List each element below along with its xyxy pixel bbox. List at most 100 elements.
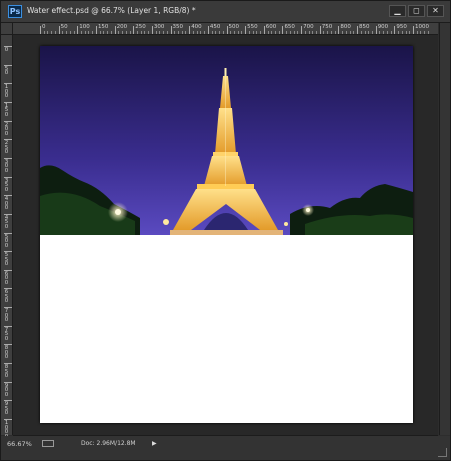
ruler-minor-tick [252, 31, 254, 34]
ruler-tick [319, 26, 321, 34]
document-window: Ps Water effect.psd @ 66.7% (Layer 1, RG… [0, 0, 451, 461]
ruler-tick-label: 550 [4, 252, 9, 268]
ruler-minor-tick [211, 31, 213, 34]
ruler-minor-tick [427, 31, 429, 34]
ruler-tick-label: 100 [4, 84, 9, 100]
ruler-minor-tick [69, 31, 71, 34]
ruler-tick [338, 26, 340, 34]
ruler-minor-tick [51, 31, 53, 34]
ruler-tick-label: 400 [4, 196, 9, 212]
ruler-minor-tick [286, 31, 288, 34]
ruler-minor-tick [200, 31, 202, 34]
ruler-minor-tick [222, 31, 224, 34]
ruler-minor-tick [181, 31, 183, 34]
ruler-minor-tick [155, 31, 157, 34]
ruler-tick-label: 300 [153, 24, 165, 30]
ruler-minor-tick [62, 31, 64, 34]
title-bar[interactable]: Ps Water effect.psd @ 66.7% (Layer 1, RG… [1, 1, 450, 23]
close-button[interactable]: ✕ [427, 5, 444, 17]
ruler-tick [413, 26, 414, 34]
status-menu-arrow-icon[interactable]: ▶ [152, 440, 157, 447]
ruler-tick [263, 26, 265, 34]
ruler-minor-tick [289, 31, 291, 34]
window-controls: ▁ ◻ ✕ [389, 5, 444, 17]
ruler-minor-tick [122, 31, 124, 34]
ruler-minor-tick [125, 31, 127, 34]
ruler-minor-tick [73, 31, 75, 34]
ruler-minor-tick [66, 31, 68, 34]
ruler-minor-tick [204, 31, 206, 34]
ruler-tick [301, 26, 303, 34]
ruler-minor-tick [107, 31, 109, 34]
ruler-minor-tick [118, 31, 120, 34]
ruler-tick [245, 26, 247, 34]
ruler-minor-tick [196, 31, 198, 34]
ruler-minor-tick [103, 31, 105, 34]
ruler-minor-tick [293, 31, 295, 34]
ruler-minor-tick [364, 31, 366, 34]
ruler-tick-label: 100 [79, 24, 90, 30]
ruler-minor-tick [256, 31, 258, 34]
resize-grip-icon[interactable] [438, 448, 447, 457]
ruler-tick-label: 400 [191, 24, 202, 30]
ruler-tick-label: 700 [303, 24, 314, 30]
ruler-minor-tick [140, 31, 142, 34]
document-info-icon[interactable] [42, 440, 54, 447]
ruler-tick-label: 50 [60, 24, 68, 30]
ruler-tick-label: 200 [116, 24, 128, 30]
ruler-minor-tick [323, 31, 325, 34]
ruler-tick-label: 150 [97, 24, 109, 30]
ruler-minor-tick [308, 31, 310, 34]
minimize-button[interactable]: ▁ [389, 5, 406, 17]
ruler-tick [77, 26, 79, 34]
canvas-area[interactable] [13, 35, 438, 435]
ruler-tick-label: 250 [4, 140, 9, 156]
ruler-tick-label: 800 [340, 24, 351, 30]
ruler-minor-tick [88, 31, 90, 34]
ruler-tick-label: 450 [209, 24, 221, 30]
ruler-tick-label: 700 [4, 308, 9, 324]
status-bar: 66.67% Doc: 2.96M/12.8M ▶ [1, 436, 450, 460]
ruler-minor-tick [342, 31, 344, 34]
ruler-minor-tick [166, 31, 168, 34]
ruler-minor-tick [345, 31, 347, 34]
ruler-tick-label: 550 [247, 24, 258, 30]
ruler-minor-tick [353, 31, 355, 34]
ruler-minor-tick [230, 31, 232, 34]
ruler-origin[interactable] [1, 23, 13, 35]
ruler-minor-tick [349, 31, 351, 34]
ruler-tick-label: 600 [4, 270, 9, 286]
ruler-minor-tick [110, 31, 112, 34]
ruler-minor-tick [99, 31, 101, 34]
ruler-tick-label: 750 [4, 326, 9, 342]
ruler-minor-tick [405, 31, 407, 34]
ruler-minor-tick [368, 31, 370, 34]
ruler-tick [58, 26, 60, 34]
ruler-minor-tick [420, 31, 422, 34]
ruler-tick-label: 350 [4, 177, 9, 193]
document-size-info: Doc: 2.96M/12.8M [81, 440, 136, 447]
zoom-level[interactable]: 66.67% [7, 440, 32, 448]
ruler-minor-tick [316, 31, 318, 34]
ruler-minor-tick [386, 31, 388, 34]
photoshop-app-icon: Ps [8, 5, 22, 18]
ruler-tick-label: 650 [4, 289, 9, 305]
ruler-tick-label: 250 [135, 24, 146, 30]
ruler-tick-label: 950 [4, 401, 9, 417]
ruler-minor-tick [312, 31, 314, 34]
vertical-ruler[interactable]: 0 50 100 150 200 250 300 350 400 450 500 550 600 650 7… [1, 35, 13, 439]
restore-button[interactable]: ◻ [408, 5, 425, 17]
ruler-minor-tick [178, 31, 179, 34]
horizontal-ruler[interactable]: 0 50 100 150 200 250 300 350 400 450 500 550 600 650 7… [13, 23, 438, 35]
ruler-minor-tick [297, 31, 299, 34]
ruler-tick [40, 26, 41, 34]
document-canvas[interactable] [40, 46, 413, 423]
ruler-minor-tick [237, 31, 239, 34]
ruler-tick-label: 150 [4, 102, 9, 118]
ruler-tick-label: 800 [4, 345, 9, 361]
ruler-minor-tick [271, 31, 273, 34]
ruler-tick-label: 850 [359, 24, 370, 30]
ruler-minor-tick [215, 31, 217, 34]
ruler-minor-tick [144, 31, 146, 34]
vertical-scrollbar[interactable] [439, 23, 450, 435]
